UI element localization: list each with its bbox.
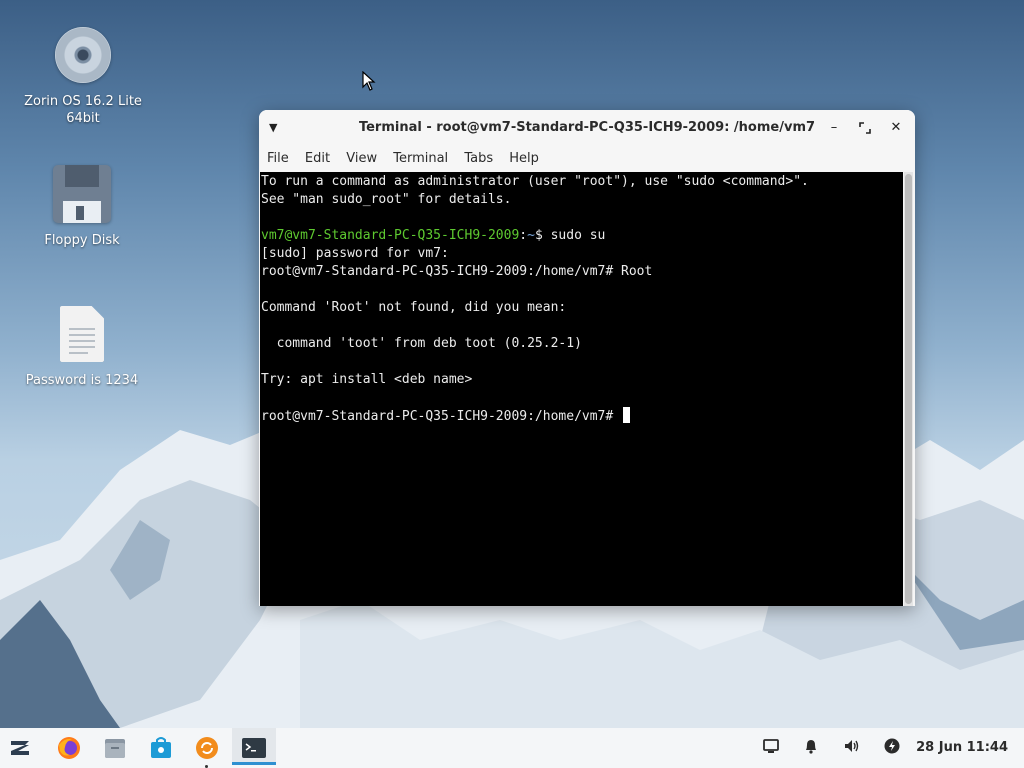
desktop-icon-label: Password is 1234 xyxy=(25,373,139,388)
taskbar: 28 Jun 11:44 xyxy=(0,728,1024,768)
floppy-disk-icon xyxy=(53,165,111,223)
desktop-icon-zorin-os[interactable]: Zorin OS 16.2 Lite 64bit xyxy=(18,27,148,127)
window-titlebar[interactable]: ▼ Terminal - root@vm7-Standard-PC-Q35-IC… xyxy=(259,110,915,146)
terminal-line: vm7@vm7-Standard-PC-Q35-ICH9-2009:~$ sud… xyxy=(261,227,903,245)
disc-icon xyxy=(55,27,111,83)
desktop-icon-password-file[interactable]: Password is 1234 xyxy=(17,306,147,389)
menu-bar: File Edit View Terminal Tabs Help xyxy=(259,146,915,172)
terminal-line: See "man sudo_root" for details. xyxy=(261,192,512,207)
close-button[interactable]: ✕ xyxy=(886,118,906,138)
terminal-line: Command 'Root' not found, did you mean: xyxy=(261,300,567,315)
power-icon[interactable] xyxy=(884,738,900,754)
menu-terminal[interactable]: Terminal xyxy=(393,146,448,172)
firefox-icon[interactable] xyxy=(56,735,82,761)
terminal-output[interactable]: To run a command as administrator (user … xyxy=(260,172,903,606)
terminal-line: To run a command as administrator (user … xyxy=(261,174,809,189)
prompt-user: vm7@vm7-Standard-PC-Q35-ICH9-2009 xyxy=(261,228,520,243)
terminal-line: command 'toot' from deb toot (0.25.2-1) xyxy=(261,336,582,351)
clock[interactable]: 28 Jun 11:44 xyxy=(916,740,1008,755)
notification-bell-icon[interactable] xyxy=(803,738,819,754)
text-cursor xyxy=(623,407,631,423)
minimize-button[interactable]: – xyxy=(824,118,844,138)
maximize-button[interactable] xyxy=(855,118,875,138)
desktop-icon-label: Floppy Disk xyxy=(44,233,120,248)
mouse-pointer-icon xyxy=(362,71,376,91)
menu-file[interactable]: File xyxy=(267,146,289,172)
display-icon[interactable] xyxy=(763,738,779,754)
menu-edit[interactable]: Edit xyxy=(305,146,330,172)
desktop-icon-label: Zorin OS 16.2 Lite 64bit xyxy=(24,94,142,126)
menu-tabs[interactable]: Tabs xyxy=(464,146,493,172)
zorin-menu-icon[interactable] xyxy=(7,735,33,761)
prompt-colon: : xyxy=(519,228,528,243)
window-title: Terminal - root@vm7-Standard-PC-Q35-ICH9… xyxy=(358,120,816,135)
maximize-icon xyxy=(859,122,871,134)
files-icon[interactable] xyxy=(102,735,128,761)
update-icon[interactable] xyxy=(194,735,220,761)
scrollbar[interactable] xyxy=(904,172,913,606)
prompt-command: $ sudo su xyxy=(534,228,606,243)
terminal-line: root@vm7-Standard-PC-Q35-ICH9-2009:/home… xyxy=(261,264,653,279)
volume-icon[interactable] xyxy=(844,738,860,754)
software-store-icon[interactable] xyxy=(148,735,174,761)
prompt-path: ~ xyxy=(527,228,535,243)
menu-view[interactable]: View xyxy=(346,146,377,172)
terminal-window[interactable]: ▼ Terminal - root@vm7-Standard-PC-Q35-IC… xyxy=(259,110,915,606)
terminal-line: [sudo] password for vm7: xyxy=(261,246,449,261)
desktop-icon-floppy-disk[interactable]: Floppy Disk xyxy=(17,165,147,249)
terminal-line: root@vm7-Standard-PC-Q35-ICH9-2009:/home… xyxy=(261,407,903,425)
text-file-icon xyxy=(60,306,104,362)
terminal-icon[interactable] xyxy=(241,735,267,761)
menu-help[interactable]: Help xyxy=(509,146,539,172)
terminal-line: Try: apt install <deb name> xyxy=(261,372,473,387)
scrollbar-thumb[interactable] xyxy=(905,174,912,604)
root-prompt: root@vm7-Standard-PC-Q35-ICH9-2009:/home… xyxy=(261,409,622,424)
